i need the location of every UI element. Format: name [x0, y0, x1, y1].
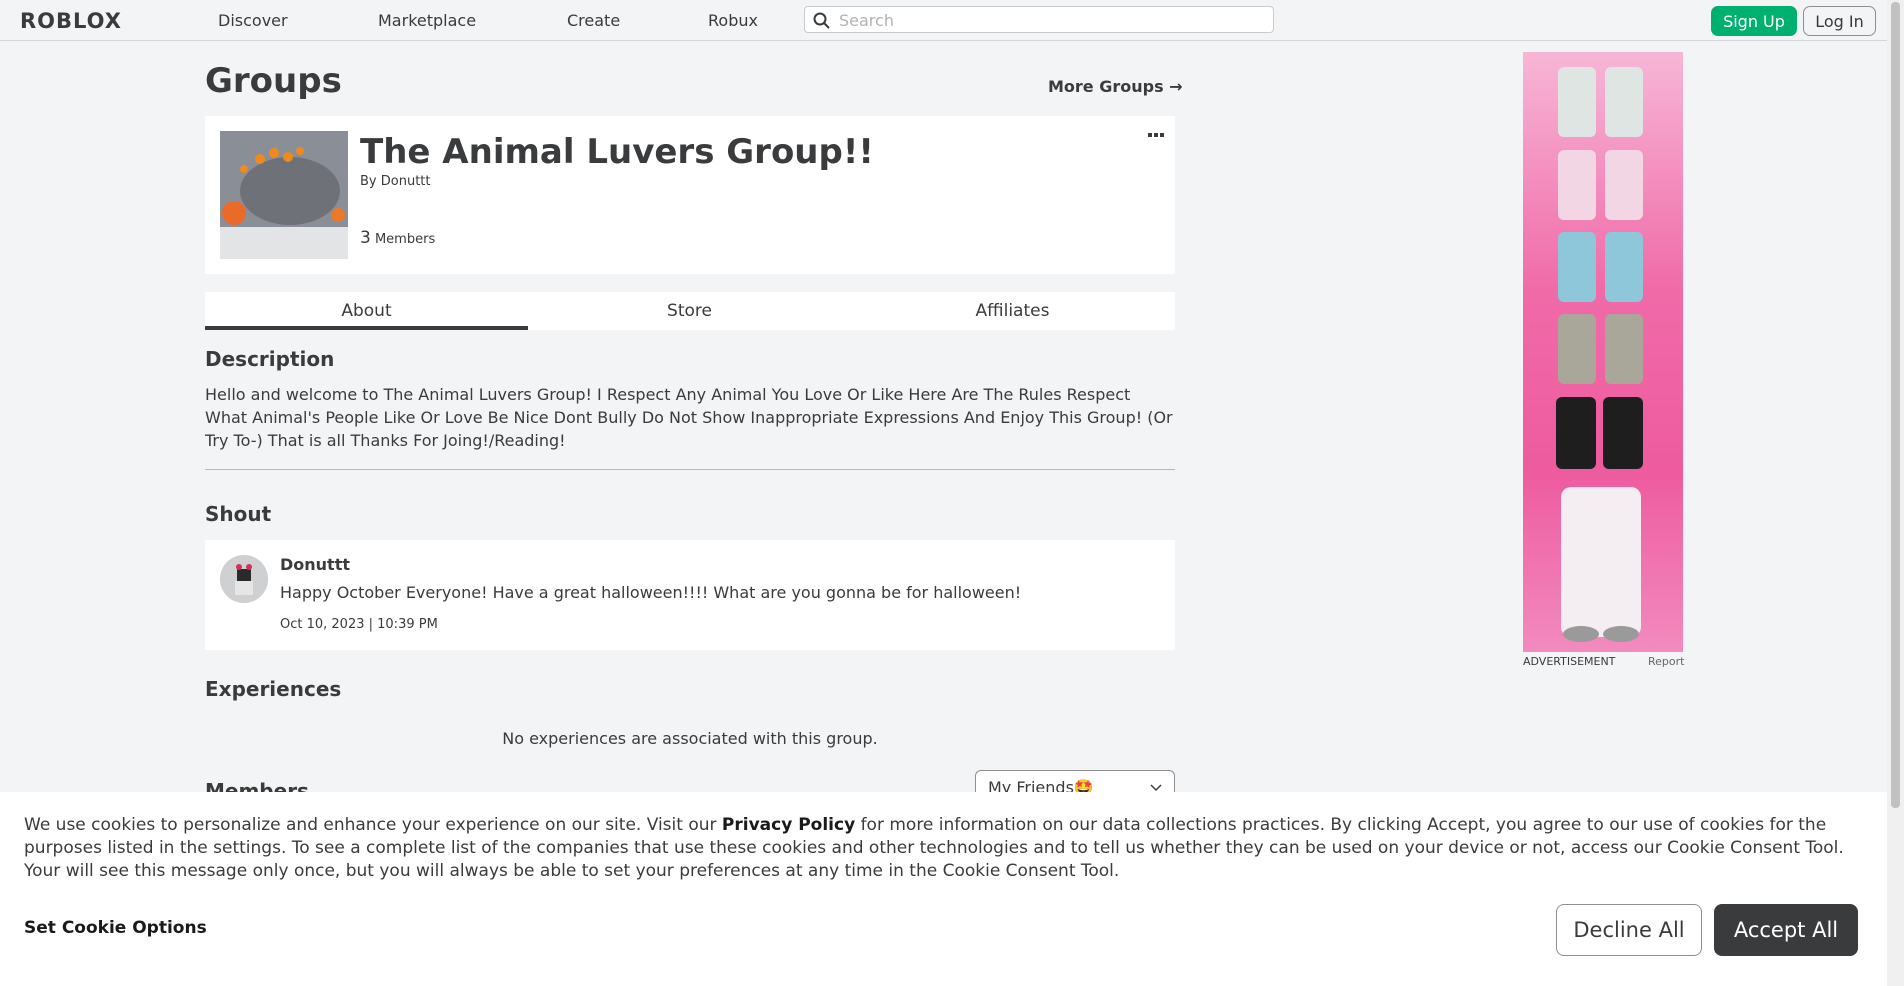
by-label: By — [360, 174, 377, 189]
page-title: Groups — [205, 61, 342, 101]
shout-card: Donuttt Happy October Everyone! Have a g… — [205, 540, 1175, 650]
cookie-message: We use cookies to personalize and enhanc… — [24, 814, 1864, 883]
scrollbar[interactable] — [1887, 0, 1904, 986]
shout-date: Oct 10, 2023 | 10:39 PM — [280, 617, 438, 632]
group-description: Hello and welcome to The Animal Luvers G… — [205, 385, 1173, 450]
set-cookie-options-link[interactable]: Set Cookie Options — [24, 918, 207, 938]
group-name: The Animal Luvers Group!! — [360, 132, 874, 172]
nav-robux[interactable]: Robux — [708, 11, 758, 30]
scrollbar-thumb[interactable] — [1891, 2, 1900, 808]
search-box[interactable] — [804, 6, 1274, 33]
decline-all-button[interactable]: Decline All — [1556, 904, 1702, 956]
divider — [205, 469, 1175, 470]
group-icon-image — [220, 131, 348, 259]
nav-create[interactable]: Create — [567, 11, 620, 30]
shout-heading: Shout — [205, 502, 272, 526]
log-in-button[interactable]: Log In — [1803, 6, 1876, 36]
chevron-down-icon — [1150, 784, 1162, 792]
sign-up-button[interactable]: Sign Up — [1711, 6, 1797, 36]
experiences-heading: Experiences — [205, 677, 342, 701]
roblox-logo[interactable]: ROBLOX — [20, 9, 122, 33]
no-experiences-message: No experiences are associated with this … — [502, 729, 878, 748]
privacy-policy-link[interactable]: Privacy Policy — [722, 815, 855, 835]
tab-about[interactable]: About — [205, 292, 528, 330]
shout-author[interactable]: Donuttt — [280, 555, 350, 574]
advertisement-banner[interactable] — [1523, 52, 1683, 652]
more-options-icon[interactable] — [1146, 130, 1166, 140]
search-input[interactable] — [837, 9, 1261, 31]
owner-link[interactable]: Donuttt — [381, 174, 431, 189]
top-nav: ROBLOX Discover Marketplace Create Robux… — [0, 0, 1887, 41]
cookie-text-part: We use cookies to personalize and enhanc… — [24, 815, 722, 835]
member-count-number: 3 — [360, 228, 371, 248]
accept-all-button[interactable]: Accept All — [1714, 904, 1858, 956]
avatar-image — [220, 555, 268, 603]
group-owner: By Donuttt — [360, 174, 431, 189]
ad-report-link[interactable]: Report — [1648, 655, 1684, 668]
ad-image — [1556, 67, 1643, 642]
avatar[interactable] — [220, 555, 268, 603]
description-heading: Description — [205, 347, 335, 371]
group-header-card: The Animal Luvers Group!! By Donuttt 3 M… — [205, 116, 1175, 274]
tab-store[interactable]: Store — [528, 292, 851, 330]
group-tabs: About Store Affiliates — [205, 292, 1175, 330]
nav-discover[interactable]: Discover — [218, 11, 288, 30]
shout-message: Happy October Everyone! Have a great hal… — [280, 583, 1022, 602]
more-groups-link[interactable]: More Groups → — [1048, 77, 1183, 96]
search-icon — [813, 12, 830, 29]
nav-marketplace[interactable]: Marketplace — [378, 11, 476, 30]
member-count-label: Members — [374, 232, 436, 247]
group-member-count: 3 Members — [360, 228, 435, 248]
ad-label: ADVERTISEMENT — [1523, 655, 1616, 668]
group-icon — [220, 131, 348, 259]
cookie-consent-banner: We use cookies to personalize and enhanc… — [0, 792, 1887, 986]
tab-affiliates[interactable]: Affiliates — [851, 292, 1174, 330]
